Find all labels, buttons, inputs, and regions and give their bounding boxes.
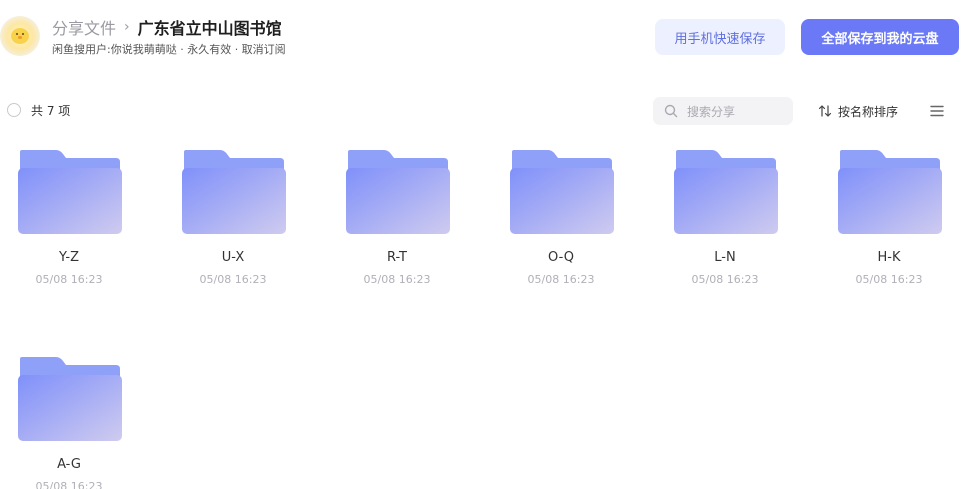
folder-date: 05/08 16:23 — [35, 480, 103, 489]
folder-name: U-X — [221, 250, 245, 265]
folder-date: 05/08 16:23 — [527, 273, 595, 286]
breadcrumb: 分享文件 › 广东省立中山图书馆 — [52, 15, 282, 39]
search-icon — [664, 104, 678, 118]
sort-button[interactable]: 按名称排序 — [818, 101, 898, 121]
folder-name: Y-Z — [59, 250, 79, 265]
search-box[interactable] — [653, 97, 793, 125]
folder-item[interactable]: O-Q 05/08 16:23 — [492, 148, 622, 298]
share-info: 闲鱼搜用户:你说我萌萌哒 · 永久有效 · 取消订阅 — [52, 43, 286, 56]
header: 分享文件 › 广东省立中山图书馆 闲鱼搜用户:你说我萌萌哒 · 永久有效 · 取… — [0, 0, 965, 80]
folder-name: L-N — [714, 250, 736, 265]
folder-name: R-T — [387, 250, 407, 265]
search-input[interactable] — [685, 101, 789, 123]
folder-icon — [182, 150, 286, 234]
folder-icon — [674, 150, 778, 234]
sort-label: 按名称排序 — [838, 104, 899, 119]
folder-date: 05/08 16:23 — [691, 273, 759, 286]
folder-icon — [510, 150, 614, 234]
folder-item[interactable]: U-X 05/08 16:23 — [164, 148, 294, 298]
folder-item[interactable]: L-N 05/08 16:23 — [656, 148, 786, 298]
avatar[interactable] — [0, 16, 40, 56]
save-via-mobile-button[interactable]: 用手机快速保存 — [655, 19, 785, 55]
folder-date: 05/08 16:23 — [855, 273, 923, 286]
folder-icon — [18, 357, 122, 441]
toolbar: 共 7 项 按名称排序 — [0, 96, 965, 126]
share-page: 分享文件 › 广东省立中山图书馆 闲鱼搜用户:你说我萌萌哒 · 永久有效 · 取… — [0, 0, 965, 489]
folder-item[interactable]: A-G 05/08 16:23 — [0, 355, 130, 489]
save-all-to-cloud-button[interactable]: 全部保存到我的云盘 — [801, 19, 959, 55]
folder-item[interactable]: H-K 05/08 16:23 — [820, 148, 950, 298]
folder-date: 05/08 16:23 — [35, 273, 103, 286]
folder-icon — [18, 150, 122, 234]
select-all-checkbox[interactable] — [7, 103, 21, 117]
folder-icon — [346, 150, 450, 234]
sort-arrows-icon — [818, 105, 832, 117]
folder-date: 05/08 16:23 — [199, 273, 267, 286]
folder-item[interactable]: Y-Z 05/08 16:23 — [0, 148, 130, 298]
item-count: 共 7 项 — [31, 104, 71, 118]
folder-name: A-G — [57, 457, 81, 472]
list-view-icon[interactable] — [929, 103, 945, 119]
folder-name: O-Q — [548, 250, 574, 265]
folder-date: 05/08 16:23 — [363, 273, 431, 286]
folder-item[interactable]: R-T 05/08 16:23 — [328, 148, 458, 298]
chick-icon — [11, 28, 29, 44]
breadcrumb-root[interactable]: 分享文件 — [52, 15, 116, 39]
folder-icon — [838, 150, 942, 234]
breadcrumb-separator-icon: › — [124, 19, 130, 35]
page-title: 广东省立中山图书馆 — [137, 19, 282, 38]
folder-name: H-K — [877, 250, 901, 265]
